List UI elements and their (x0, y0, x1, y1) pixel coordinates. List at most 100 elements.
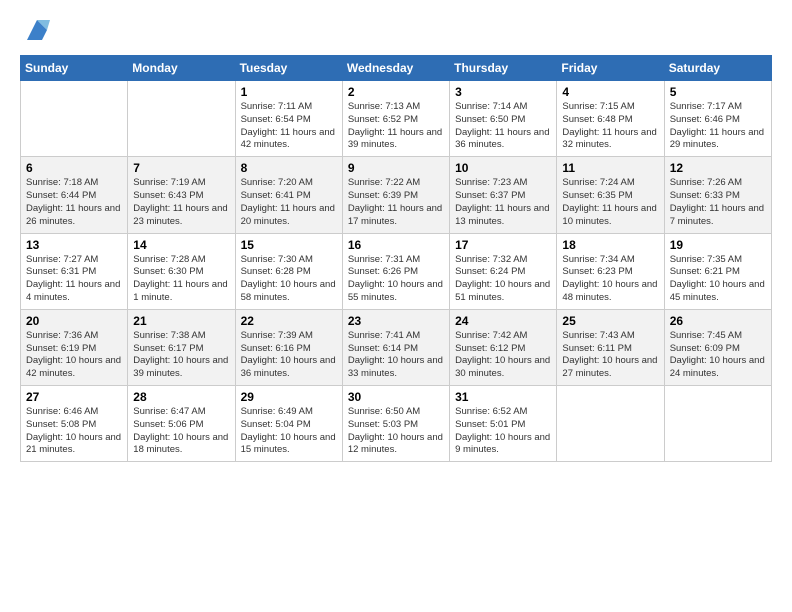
day-number: 25 (562, 314, 658, 328)
calendar-week-row: 27 Sunrise: 6:46 AMSunset: 5:08 PMDayligh… (21, 386, 772, 462)
logo-icon (22, 15, 52, 45)
calendar-cell: 7 Sunrise: 7:19 AMSunset: 6:43 PMDaylight… (128, 157, 235, 233)
calendar-cell: 5 Sunrise: 7:17 AMSunset: 6:46 PMDaylight… (664, 81, 771, 157)
day-number: 4 (562, 85, 658, 99)
calendar-cell: 27 Sunrise: 6:46 AMSunset: 5:08 PMDayligh… (21, 386, 128, 462)
day-number: 15 (241, 238, 337, 252)
day-detail: Sunrise: 6:49 AMSunset: 5:04 PMDaylight:… (241, 406, 337, 457)
day-detail: Sunrise: 7:13 AMSunset: 6:52 PMDaylight:… (348, 101, 444, 152)
day-detail: Sunrise: 7:35 AMSunset: 6:21 PMDaylight:… (670, 254, 766, 305)
calendar-cell: 1 Sunrise: 7:11 AMSunset: 6:54 PMDaylight… (235, 81, 342, 157)
calendar-week-row: 1 Sunrise: 7:11 AMSunset: 6:54 PMDaylight… (21, 81, 772, 157)
day-detail: Sunrise: 7:27 AMSunset: 6:31 PMDaylight:… (26, 254, 122, 305)
day-detail: Sunrise: 7:41 AMSunset: 6:14 PMDaylight:… (348, 330, 444, 381)
calendar-cell: 17Sunrise: 7:32 AMSunset: 6:24 PMDayligh… (450, 233, 557, 309)
day-number: 30 (348, 390, 444, 404)
weekday-header-row: SundayMondayTuesdayWednesdayThursdayFrid… (21, 56, 772, 81)
calendar-cell: 23 Sunrise: 7:41 AMSunset: 6:14 PMDayligh… (342, 309, 449, 385)
calendar-cell: 15 Sunrise: 7:30 AMSunset: 6:28 PMDayligh… (235, 233, 342, 309)
calendar-cell: 2 Sunrise: 7:13 AMSunset: 6:52 PMDaylight… (342, 81, 449, 157)
day-number: 8 (241, 161, 337, 175)
day-number: 31 (455, 390, 551, 404)
day-detail: Sunrise: 6:47 AMSunset: 5:06 PMDaylight:… (133, 406, 229, 457)
day-number: 11 (562, 161, 658, 175)
day-number: 26 (670, 314, 766, 328)
weekday-header: Monday (128, 56, 235, 81)
day-number: 18 (562, 238, 658, 252)
day-number: 10 (455, 161, 551, 175)
day-detail: Sunrise: 6:50 AMSunset: 5:03 PMDaylight:… (348, 406, 444, 457)
day-detail: Sunrise: 6:52 AMSunset: 5:01 PMDaylight:… (455, 406, 551, 457)
day-detail: Sunrise: 7:43 AMSunset: 6:11 PMDaylight:… (562, 330, 658, 381)
day-detail: Sunrise: 7:15 AMSunset: 6:48 PMDaylight:… (562, 101, 658, 152)
day-number: 14 (133, 238, 229, 252)
day-detail: Sunrise: 7:18 AMSunset: 6:44 PMDaylight:… (26, 177, 122, 228)
calendar-cell: 26Sunrise: 7:45 AMSunset: 6:09 PMDayligh… (664, 309, 771, 385)
day-detail: Sunrise: 7:38 AMSunset: 6:17 PMDaylight:… (133, 330, 229, 381)
calendar-week-row: 13 Sunrise: 7:27 AMSunset: 6:31 PMDayligh… (21, 233, 772, 309)
calendar-week-row: 20Sunrise: 7:36 AMSunset: 6:19 PMDayligh… (21, 309, 772, 385)
calendar-cell: 8 Sunrise: 7:20 AMSunset: 6:41 PMDaylight… (235, 157, 342, 233)
day-number: 13 (26, 238, 122, 252)
calendar-cell: 3 Sunrise: 7:14 AMSunset: 6:50 PMDaylight… (450, 81, 557, 157)
day-detail: Sunrise: 6:46 AMSunset: 5:08 PMDaylight:… (26, 406, 122, 457)
day-detail: Sunrise: 7:36 AMSunset: 6:19 PMDaylight:… (26, 330, 122, 381)
day-detail: Sunrise: 7:28 AMSunset: 6:30 PMDaylight:… (133, 254, 229, 305)
day-number: 6 (26, 161, 122, 175)
day-number: 7 (133, 161, 229, 175)
calendar-cell: 22Sunrise: 7:39 AMSunset: 6:16 PMDayligh… (235, 309, 342, 385)
day-number: 9 (348, 161, 444, 175)
page: SundayMondayTuesdayWednesdayThursdayFrid… (0, 0, 792, 612)
day-number: 21 (133, 314, 229, 328)
day-detail: Sunrise: 7:42 AMSunset: 6:12 PMDaylight:… (455, 330, 551, 381)
weekday-header: Friday (557, 56, 664, 81)
calendar-cell: 31 Sunrise: 6:52 AMSunset: 5:01 PMDayligh… (450, 386, 557, 462)
day-number: 3 (455, 85, 551, 99)
calendar-week-row: 6 Sunrise: 7:18 AMSunset: 6:44 PMDaylight… (21, 157, 772, 233)
day-number: 29 (241, 390, 337, 404)
day-detail: Sunrise: 7:30 AMSunset: 6:28 PMDaylight:… (241, 254, 337, 305)
calendar-cell: 25 Sunrise: 7:43 AMSunset: 6:11 PMDayligh… (557, 309, 664, 385)
weekday-header: Thursday (450, 56, 557, 81)
day-detail: Sunrise: 7:17 AMSunset: 6:46 PMDaylight:… (670, 101, 766, 152)
day-number: 16 (348, 238, 444, 252)
calendar-cell: 18Sunrise: 7:34 AMSunset: 6:23 PMDayligh… (557, 233, 664, 309)
calendar-cell: 14 Sunrise: 7:28 AMSunset: 6:30 PMDayligh… (128, 233, 235, 309)
calendar-table: SundayMondayTuesdayWednesdayThursdayFrid… (20, 55, 772, 462)
calendar-cell: 21 Sunrise: 7:38 AMSunset: 6:17 PMDayligh… (128, 309, 235, 385)
day-number: 12 (670, 161, 766, 175)
calendar-cell: 12Sunrise: 7:26 AMSunset: 6:33 PMDayligh… (664, 157, 771, 233)
logo-text (20, 15, 52, 45)
day-detail: Sunrise: 7:14 AMSunset: 6:50 PMDaylight:… (455, 101, 551, 152)
day-detail: Sunrise: 7:19 AMSunset: 6:43 PMDaylight:… (133, 177, 229, 228)
day-number: 19 (670, 238, 766, 252)
calendar-cell: 24Sunrise: 7:42 AMSunset: 6:12 PMDayligh… (450, 309, 557, 385)
day-number: 23 (348, 314, 444, 328)
day-number: 5 (670, 85, 766, 99)
calendar-cell (128, 81, 235, 157)
calendar-cell (557, 386, 664, 462)
day-detail: Sunrise: 7:24 AMSunset: 6:35 PMDaylight:… (562, 177, 658, 228)
calendar-cell: 16 Sunrise: 7:31 AMSunset: 6:26 PMDayligh… (342, 233, 449, 309)
day-number: 27 (26, 390, 122, 404)
calendar-cell (664, 386, 771, 462)
day-detail: Sunrise: 7:11 AMSunset: 6:54 PMDaylight:… (241, 101, 337, 152)
weekday-header: Wednesday (342, 56, 449, 81)
day-detail: Sunrise: 7:23 AMSunset: 6:37 PMDaylight:… (455, 177, 551, 228)
day-detail: Sunrise: 7:39 AMSunset: 6:16 PMDaylight:… (241, 330, 337, 381)
day-number: 2 (348, 85, 444, 99)
logo (20, 15, 52, 45)
day-number: 1 (241, 85, 337, 99)
calendar-cell: 11 Sunrise: 7:24 AMSunset: 6:35 PMDayligh… (557, 157, 664, 233)
day-detail: Sunrise: 7:31 AMSunset: 6:26 PMDaylight:… (348, 254, 444, 305)
calendar-cell: 28Sunrise: 6:47 AMSunset: 5:06 PMDayligh… (128, 386, 235, 462)
calendar-cell: 9 Sunrise: 7:22 AMSunset: 6:39 PMDaylight… (342, 157, 449, 233)
day-detail: Sunrise: 7:20 AMSunset: 6:41 PMDaylight:… (241, 177, 337, 228)
calendar-cell: 13 Sunrise: 7:27 AMSunset: 6:31 PMDayligh… (21, 233, 128, 309)
day-detail: Sunrise: 7:22 AMSunset: 6:39 PMDaylight:… (348, 177, 444, 228)
calendar-cell: 4 Sunrise: 7:15 AMSunset: 6:48 PMDaylight… (557, 81, 664, 157)
calendar-cell (21, 81, 128, 157)
weekday-header: Sunday (21, 56, 128, 81)
calendar-cell: 20Sunrise: 7:36 AMSunset: 6:19 PMDayligh… (21, 309, 128, 385)
calendar-cell: 10 Sunrise: 7:23 AMSunset: 6:37 PMDayligh… (450, 157, 557, 233)
